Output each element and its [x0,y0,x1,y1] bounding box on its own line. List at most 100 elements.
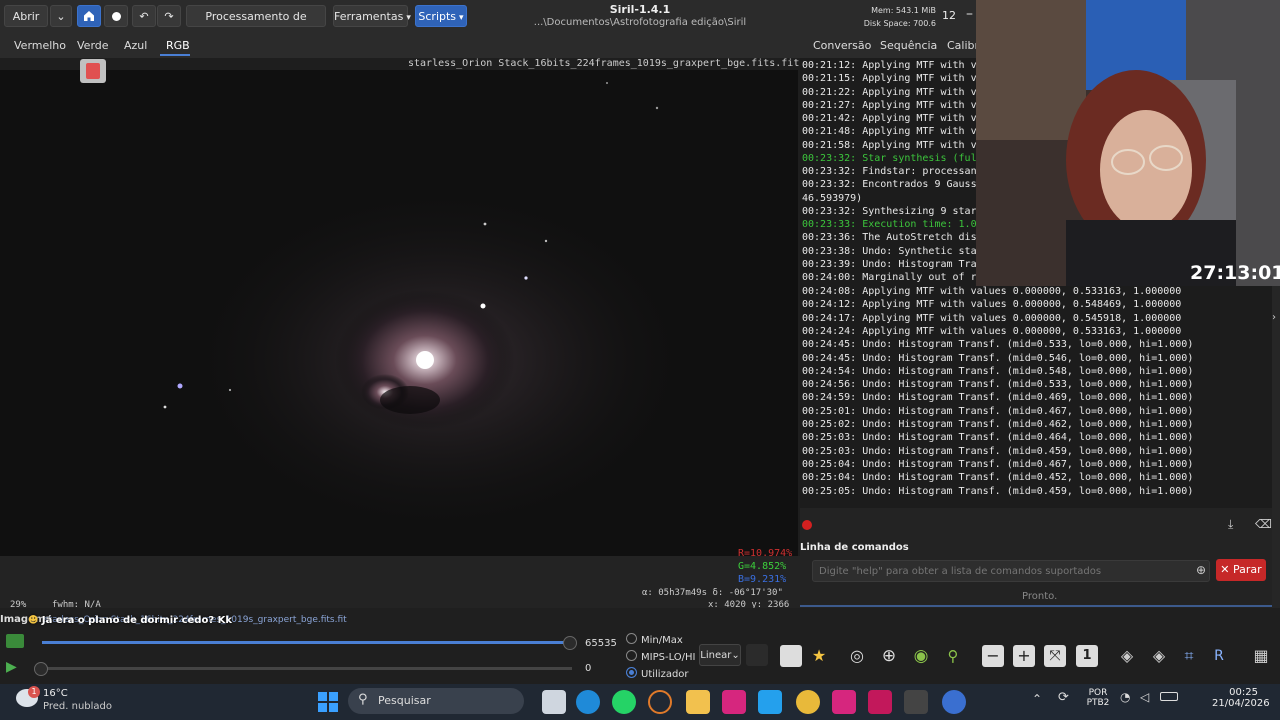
annotate-icon[interactable]: ⚲ [942,645,964,667]
home-button[interactable] [77,5,101,27]
chrome-icon[interactable] [796,690,820,714]
whatsapp-icon[interactable] [612,690,636,714]
sync-icon[interactable]: ⟳ [1058,690,1069,705]
fits-viewer-icon[interactable] [868,690,892,714]
histogram-toggle-icon[interactable] [6,634,24,648]
record-button[interactable] [104,5,128,27]
globe-icon[interactable]: ⊕ [878,645,900,667]
tools-menu[interactable]: Ferramentas ▾ [333,5,411,27]
photometry-icon[interactable]: ◎ [846,645,868,667]
terminal-icon[interactable] [904,690,928,714]
target-icon[interactable]: ◉ [910,645,932,667]
zoom-in-icon[interactable]: + [1013,645,1035,667]
edge-icon[interactable] [576,690,600,714]
log-line: 00:23:32: Findstar: processan [802,166,976,177]
rotate-icon[interactable]: ◈ [1116,645,1138,667]
script-run-icon[interactable]: ⊕ [1196,563,1206,577]
color-map-button[interactable] [746,644,768,666]
log-line: 00:25:02: Undo: Histogram Transf. (mid=0… [802,419,1194,430]
language-indicator[interactable]: POR PTB2 [1086,688,1110,708]
tab-green[interactable]: Verde [77,39,109,52]
chevron-down-icon: ▾ [459,13,464,23]
log-line: 00:24:56: Undo: Histogram Transf. (mid=0… [802,379,1194,391]
open-button[interactable]: Abrir [4,5,48,27]
log-line: 00:23:38: Undo: Synthetic sta [802,245,976,257]
tab-calibration[interactable]: Calibr [947,39,979,52]
reference-icon[interactable]: R [1208,645,1230,667]
image-processing-menu[interactable]: Processamento de imagem▾ [186,5,326,45]
tab-red[interactable]: Vermelho [14,39,66,52]
download-log-icon[interactable]: ⤓ [1228,517,1233,532]
radio-user-label: Utilizador [641,669,689,680]
min-value[interactable]: 0 [585,663,591,674]
zoom-one-icon[interactable]: 1 [1076,645,1098,667]
mirror-icon[interactable]: ◈ [1148,645,1170,667]
windows-start-icon[interactable] [316,690,340,714]
zoom-out-icon[interactable]: − [982,645,1004,667]
open-dropdown-button[interactable]: ⌄ [50,5,72,27]
tab-sequence[interactable]: Sequência [880,39,937,52]
radio-minmax[interactable]: Min/Max [626,633,683,646]
flip-icon[interactable] [780,645,802,667]
stream-timer: 27:13:01 [1190,262,1280,284]
tab-rgb[interactable]: RGB [166,39,190,52]
task-view-icon[interactable] [542,690,566,714]
max-slider-handle[interactable] [563,636,577,650]
zoom-fit-icon[interactable]: ⤧ [1044,645,1066,667]
tab-blue[interactable]: Azul [124,39,147,52]
grid-icon[interactable]: ⌗ [1178,645,1200,667]
star-icon[interactable]: ★ [808,645,830,667]
battery-icon[interactable] [1160,692,1178,701]
open-label: Abrir [12,10,40,23]
app-pink-icon[interactable] [722,690,746,714]
app-blue-icon[interactable] [758,690,782,714]
minimize-button[interactable]: – [966,6,973,22]
log-line: 00:23:32: Star synthesis (ful [802,152,976,164]
panel-collapse-handle[interactable]: › [1272,286,1280,608]
app-pink2-icon[interactable] [832,690,856,714]
radio-selected-icon [626,667,637,678]
undo-button[interactable]: ↶ [132,5,156,27]
stop-button[interactable]: ✕ Parar [1216,559,1266,581]
radio-user[interactable]: Utilizador [626,667,689,680]
thread-count[interactable]: 12 [942,9,956,22]
image-info-panel [0,556,800,612]
wifi-icon[interactable]: ◔ [1120,690,1130,704]
progress-bar [800,605,1272,607]
log-line: 00:23:39: Undo: Histogram Tra [802,258,976,270]
max-slider-track[interactable] [42,641,572,644]
status-light-icon [802,520,812,530]
log-line: 00:25:01: Undo: Histogram Transf. (mid=0… [802,405,1194,417]
clock[interactable]: 00:25 21/04/2026 [1212,687,1270,709]
log-line: 00:25:03: Undo: Histogram Transf. (mid=0… [802,432,1194,444]
stretch-select[interactable]: Linear⌄ [699,644,741,666]
max-value[interactable]: 65535 [585,638,617,649]
weather-temp[interactable]: 16°C [43,688,68,699]
clear-log-icon[interactable]: ⌫ [1255,517,1272,531]
image-viewport[interactable] [0,70,798,556]
tools-label: Ferramentas [334,10,404,23]
redo-button[interactable]: ↷ [157,5,181,27]
weather-desc[interactable]: Pred. nublado [43,701,112,712]
radio-mips[interactable]: MIPS-LO/HI [626,650,696,663]
play-icon[interactable]: ▶ [6,659,17,675]
min-slider-track[interactable] [42,667,572,670]
tab-conversion[interactable]: Conversão [813,39,871,52]
siril-icon[interactable] [942,690,966,714]
image-filename: starless_Orion Stack_16bits_224frames_10… [408,58,800,69]
webcam-overlay: 27:13:01 [976,0,1280,286]
file-explorer-icon[interactable] [686,690,710,714]
obs-icon[interactable] [648,690,672,714]
scripts-menu[interactable]: Scripts ▾ [415,5,467,27]
undo-icon: ↶ [139,10,149,23]
min-slider-handle[interactable] [34,662,48,676]
snapshot-icon[interactable]: ▦ [1250,645,1272,667]
command-input[interactable] [812,560,1210,582]
webcam-feed-image [976,0,1280,286]
chevron-down-icon: ⌄ [731,650,740,661]
tray-chevron-up-icon[interactable]: ⌃ [1032,692,1042,706]
volume-icon[interactable]: ◁ [1140,690,1149,704]
chevron-right-icon: › [1272,312,1276,323]
log-line: 00:21:12: Applying MTF with v [802,60,976,71]
taskbar-search[interactable]: ⚲ Pesquisar [348,688,524,714]
